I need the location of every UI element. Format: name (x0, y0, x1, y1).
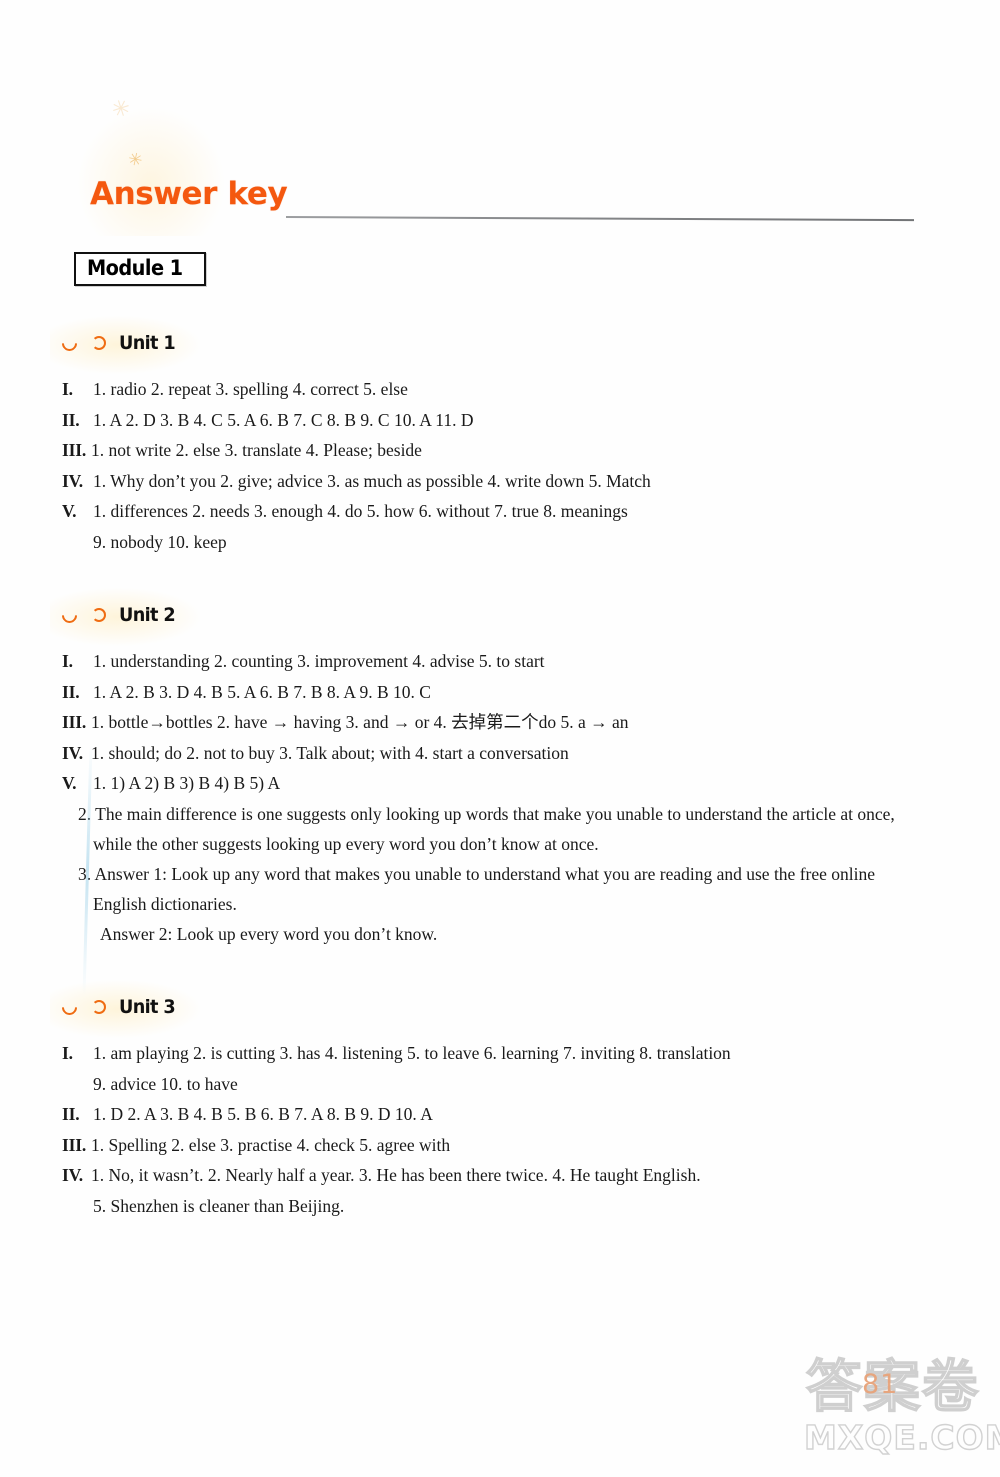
answer-continuation: 5. Shenzhen is cleaner than Beijing. (93, 1195, 345, 1216)
answer-row: I. 1. am playing 2. is cutting 3. has 4.… (62, 1038, 942, 1069)
watermark: 答案卷 81 MXQE.COM (770, 1322, 1000, 1472)
answers-unit-1: I. 1. radio 2. repeat 3. spelling 4. cor… (62, 374, 942, 557)
answer-roman: I. (62, 651, 73, 671)
unit-heading-3: Unit 3 (50, 980, 200, 1038)
document-page: ✳ ✳ Answer key Module 1 Unit 1 I. 1. rad… (0, 0, 1000, 1477)
crescent-icon (58, 996, 81, 1018)
answer-text: 1. Spelling 2. else 3. practise 4. check… (91, 1134, 451, 1155)
paragraph-line: English dictionaries. (93, 894, 237, 915)
answer-roman: III. (62, 712, 87, 732)
crescent-icon (58, 332, 81, 354)
answer-roman: II. (62, 409, 80, 430)
unit-title-1: Unit 1 (119, 332, 176, 354)
answer-roman: I. (62, 379, 73, 399)
paragraph-line: 2. The main difference is one suggests o… (78, 803, 895, 824)
answer-text: 1. Why don’t you 2. give; advice 3. as m… (93, 470, 651, 491)
crescent-icon (58, 604, 81, 626)
answer-text: 1. not write 2. else 3. translate 4. Ple… (91, 440, 422, 460)
answer-row: III. 1. Spelling 2. else 3. practise 4. … (62, 1130, 942, 1161)
answer-roman: IV. (62, 742, 83, 763)
unit-heading-2: Unit 2 (50, 588, 200, 646)
page-header: Answer key (76, 106, 920, 236)
crescent-icon (92, 336, 106, 350)
page-title: Answer key (90, 176, 288, 212)
answer-continuation: 9. nobody 10. keep (93, 531, 227, 552)
module-badge: Module 1 (74, 252, 206, 286)
answer-text: 1. No, it wasn’t. 2. Nearly half a year.… (91, 1165, 701, 1185)
answer-text: 1. A 2. B 3. D 4. B 5. A 6. B 7. B 8. A … (93, 681, 431, 702)
answer-text: 1. D 2. A 3. B 4. B 5. B 6. B 7. A 8. B … (93, 1104, 433, 1124)
answer-row: II. 1. A 2. D 3. B 4. C 5. A 6. B 7. C 8… (62, 405, 942, 436)
answer-roman: II. (62, 681, 80, 702)
unit-heading-1: Unit 1 (50, 316, 200, 374)
answer-row: IV. 1. Why don’t you 2. give; advice 3. … (62, 466, 942, 497)
answer-continuation: 9. advice 10. to have (93, 1073, 238, 1094)
answer-text: 1. differences 2. needs 3. enough 4. do … (93, 501, 628, 521)
crescent-icon (92, 608, 106, 622)
answer-row: IV. 1. should; do 2. not to buy 3. Talk … (62, 738, 942, 769)
answer-row: V. 1. 1) A 2) B 3) B 4) B 5) A (62, 768, 942, 799)
module-label: Module 1 (87, 256, 183, 280)
answer-roman: II. (62, 1104, 80, 1124)
answers-unit-3: I. 1. am playing 2. is cutting 3. has 4.… (62, 1038, 942, 1221)
answer-text: 1. am playing 2. is cutting 3. has 4. li… (93, 1043, 731, 1063)
paragraph-line: 3. Answer 1: Look up any word that makes… (78, 863, 876, 884)
answer-roman: IV. (62, 470, 83, 491)
answer-text: 1. radio 2. repeat 3. spelling 4. correc… (93, 379, 408, 399)
answer-roman: IV. (62, 1165, 83, 1185)
crescent-icon (92, 1000, 106, 1014)
answer-row: I. 1. radio 2. repeat 3. spelling 4. cor… (62, 374, 942, 405)
decorative-doodle-small: ✳ (126, 148, 143, 171)
answer-roman: III. (62, 440, 87, 460)
answer-row: II. 1. A 2. B 3. D 4. B 5. A 6. B 7. B 8… (62, 677, 942, 708)
answer-row: III. 1. bottle→bottles 2. have → having … (62, 707, 942, 738)
answer-row: I. 1. understanding 2. counting 3. impro… (62, 646, 942, 677)
title-divider-rule (285, 216, 914, 222)
decorative-doodle-top: ✳ (108, 93, 134, 124)
answer-roman: III. (62, 1134, 87, 1155)
unit-title-2: Unit 2 (119, 604, 176, 626)
title-highlight-glow (76, 106, 226, 236)
answer-text: 1. bottle→bottles 2. have → having 3. an… (91, 712, 629, 732)
answer-row: IV. 1. No, it wasn’t. 2. Nearly half a y… (62, 1160, 942, 1191)
answer-roman: V. (62, 773, 77, 793)
answer-text: 1. should; do 2. not to buy 3. Talk abou… (91, 742, 569, 763)
answers-unit-2: I. 1. understanding 2. counting 3. impro… (62, 646, 942, 950)
answer-text: 1. A 2. D 3. B 4. C 5. A 6. B 7. C 8. B … (93, 409, 474, 430)
answer-text: 1. understanding 2. counting 3. improvem… (93, 651, 545, 671)
unit-title-3: Unit 3 (119, 996, 176, 1018)
answer-text: 1. 1) A 2) B 3) B 4) B 5) A (93, 773, 281, 793)
answer-roman: V. (62, 501, 77, 521)
answer-row: II. 1. D 2. A 3. B 4. B 5. B 6. B 7. A 8… (62, 1099, 942, 1130)
answer-roman: I. (62, 1043, 73, 1063)
page-number: 81 (862, 1369, 899, 1400)
answer-row: V. 1. differences 2. needs 3. enough 4. … (62, 496, 942, 527)
paragraph-line: while the other suggests looking up ever… (93, 833, 599, 854)
paragraph-line: Answer 2: Look up every word you don’t k… (100, 924, 438, 945)
watermark-domain-text: MXQE.COM (803, 1417, 1000, 1457)
watermark-chinese-text: 答案卷 (805, 1354, 980, 1421)
answer-paragraphs-unit-2: 2. The main difference is one suggests o… (62, 799, 942, 950)
answer-row: III. 1. not write 2. else 3. translate 4… (62, 435, 942, 466)
